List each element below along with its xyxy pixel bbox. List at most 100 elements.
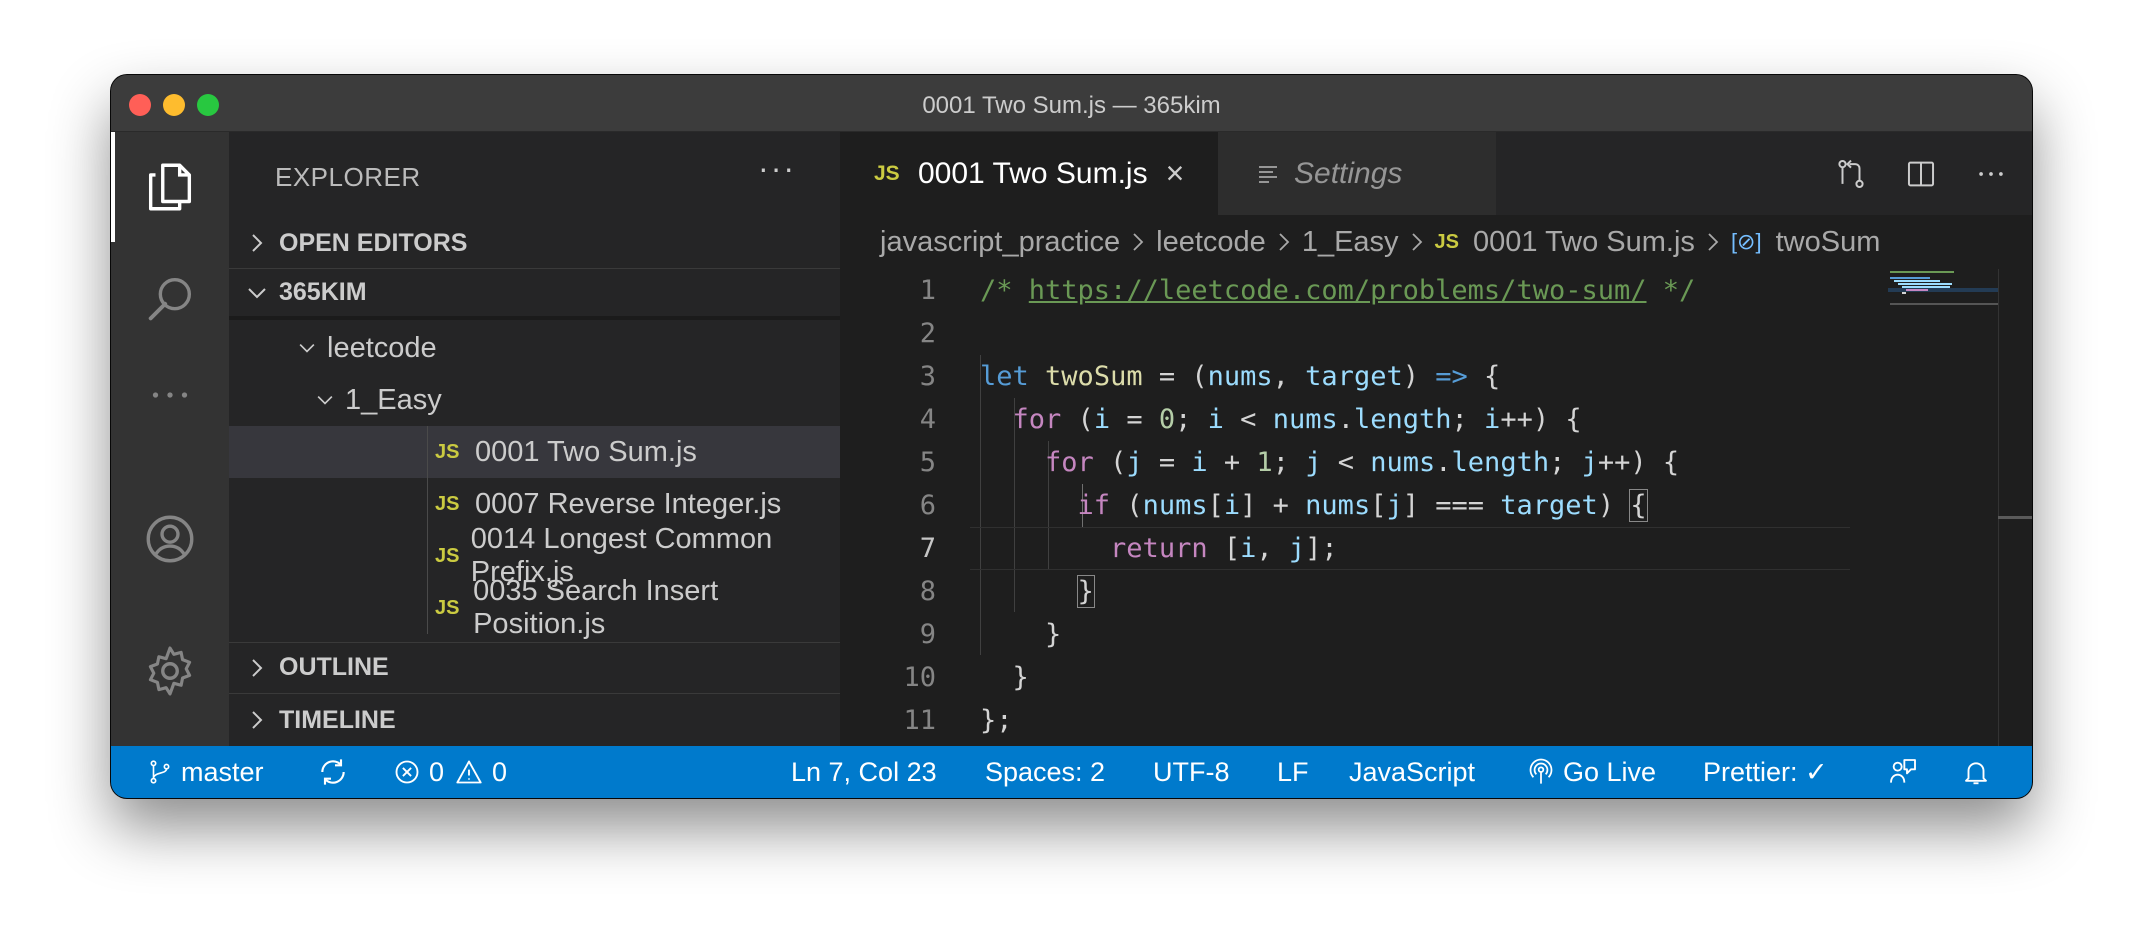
split-editor-button[interactable] (1886, 149, 1956, 199)
sidebar-title: EXPLORER (275, 162, 421, 192)
branch-status[interactable]: master (147, 746, 264, 798)
tree-file-0001[interactable]: JS 0001 Two Sum.js (229, 426, 840, 478)
minimap[interactable] (1888, 269, 1998, 746)
branch-label: master (181, 756, 264, 787)
editor-more-button[interactable] (1956, 149, 2026, 199)
sync-button[interactable] (317, 746, 357, 798)
more-activity-button[interactable] (111, 340, 229, 450)
cursor-position[interactable]: Ln 7, Col 23 (791, 746, 937, 798)
feedback-icon (1890, 759, 1916, 783)
chevron-right-icon (235, 657, 279, 679)
settings-activity-button[interactable] (111, 616, 229, 726)
breadcrumb-item[interactable]: leetcode (1156, 226, 1266, 259)
vscode-window: 0001 Two Sum.js — 365kim EXPLORER ··· OP… (111, 75, 2032, 798)
close-icon[interactable]: × (1166, 155, 1185, 192)
files-icon (148, 163, 192, 211)
code-line: 5 for (j = i + 1; j < nums.length; j++) … (840, 441, 1880, 484)
js-file-icon: JS (435, 596, 460, 619)
tree-file-0035[interactable]: JS 0035 Search Insert Position.js (229, 575, 840, 640)
code-text: } (1076, 575, 1095, 608)
breadcrumb: javascript_practice leetcode 1_Easy JS 0… (840, 215, 2032, 269)
js-file-icon: JS (1434, 230, 1460, 253)
tree-folder-leetcode[interactable]: leetcode (229, 322, 840, 374)
sidebar-more-button[interactable]: ··· (758, 150, 796, 187)
tab-bar: JS 0001 Two Sum.js × Settings (840, 132, 2032, 215)
code-text: }; (980, 705, 1013, 736)
encoding-status[interactable]: UTF-8 (1153, 746, 1230, 798)
section-label: TIMELINE (279, 705, 396, 734)
tab-settings[interactable]: Settings (1218, 132, 1496, 215)
explorer-activity-button[interactable] (111, 132, 229, 242)
line-number: 5 (919, 447, 936, 478)
open-changes-button[interactable] (1816, 149, 1886, 199)
tree-indent-guide (427, 478, 428, 530)
tree-indent-guide (427, 582, 428, 634)
line-number: 10 (903, 662, 936, 693)
error-count: 0 (429, 756, 445, 787)
search-activity-button[interactable] (111, 244, 229, 354)
activity-bar (111, 132, 229, 746)
code-editor[interactable]: 1 /* https://leetcode.com/problems/two-s… (840, 269, 2032, 746)
code-line: 6 if (nums[i] + nums[j] === target) { (840, 484, 1880, 527)
account-icon (146, 515, 194, 563)
breadcrumb-item[interactable]: twoSum (1776, 226, 1881, 259)
gear-icon (148, 646, 192, 696)
broadcast-icon (1529, 758, 1553, 784)
problems-status[interactable]: 0 0 (393, 746, 507, 798)
comment-link[interactable]: https://leetcode.com/problems/two-sum/ (1029, 275, 1647, 306)
git-branch-icon (150, 760, 170, 784)
settings-lines-icon (1258, 163, 1278, 185)
line-number: 6 (919, 490, 936, 521)
ellipsis-icon (152, 392, 188, 398)
file-label: 0001 Two Sum.js (475, 435, 697, 468)
breadcrumb-item[interactable]: javascript_practice (880, 226, 1120, 259)
accounts-activity-button[interactable] (111, 484, 229, 594)
tree-indent-guide (427, 530, 428, 582)
tree-folder-1-easy[interactable]: 1_Easy (229, 374, 840, 426)
scrollbar-thumb[interactable] (1998, 516, 2032, 519)
breadcrumb-item[interactable]: 0001 Two Sum.js (1473, 226, 1695, 259)
eol-status[interactable]: LF (1277, 746, 1309, 798)
code-text: /* https://leetcode.com/problems/two-sum… (980, 275, 1696, 306)
code-text: for (i = 0; i < nums.length; i++) { (1012, 404, 1582, 435)
code-text: return [i, j]; (1110, 533, 1338, 564)
file-label: 0035 Search Insert Position.js (473, 575, 719, 640)
section-workspace[interactable]: 365KIM (229, 268, 840, 320)
js-file-icon: JS (435, 492, 460, 515)
line-number: 9 (919, 619, 936, 650)
breadcrumb-item[interactable]: 1_Easy (1302, 226, 1399, 259)
bell-icon (1965, 762, 1987, 785)
section-outline[interactable]: OUTLINE (229, 642, 840, 692)
status-bar: master 0 0 Ln 7, Col 23 Spaces: 2 UTF-8 … (111, 746, 2032, 798)
code-line: 11 }; (840, 699, 1880, 742)
split-editor-icon (1907, 161, 1935, 186)
line-number: 7 (919, 533, 936, 564)
go-live-button[interactable]: Go Live (1527, 746, 1656, 798)
language-mode[interactable]: JavaScript (1349, 746, 1475, 798)
warning-icon (456, 760, 482, 784)
tab-two-sum[interactable]: JS 0001 Two Sum.js × (840, 132, 1218, 215)
indentation-status[interactable]: Spaces: 2 (985, 746, 1105, 798)
ellipsis-icon (1979, 171, 2003, 176)
chevron-down-icon (235, 286, 279, 300)
code-text: for (j = i + 1; j < nums.length; j++) { (1045, 447, 1680, 478)
error-icon (395, 760, 419, 784)
section-open-editors[interactable]: OPEN EDITORS (229, 218, 840, 268)
editor-group: JS 0001 Two Sum.js × Settings javascript… (840, 132, 2032, 746)
sync-icon (321, 759, 345, 785)
code-line: 2 (840, 312, 1880, 355)
chevron-right-icon (235, 709, 279, 731)
editor-scrollbar[interactable] (1998, 269, 2032, 746)
line-number: 4 (919, 404, 936, 435)
js-file-icon: JS (435, 440, 460, 463)
line-number: 2 (919, 318, 936, 349)
symbol-variable-icon: [⊘] (1730, 229, 1762, 254)
file-label: 0007 Reverse Integer.js (475, 487, 782, 520)
prettier-status[interactable]: Prettier: ✓ (1703, 746, 1828, 798)
section-timeline[interactable]: TIMELINE (229, 693, 840, 746)
chevron-down-icon (293, 342, 321, 354)
notifications-button[interactable] (1961, 746, 1999, 798)
feedback-button[interactable] (1887, 746, 1927, 798)
code-line-current: 7 return [i, j]; (840, 527, 1880, 570)
title-bar: 0001 Two Sum.js — 365kim (111, 75, 2032, 132)
